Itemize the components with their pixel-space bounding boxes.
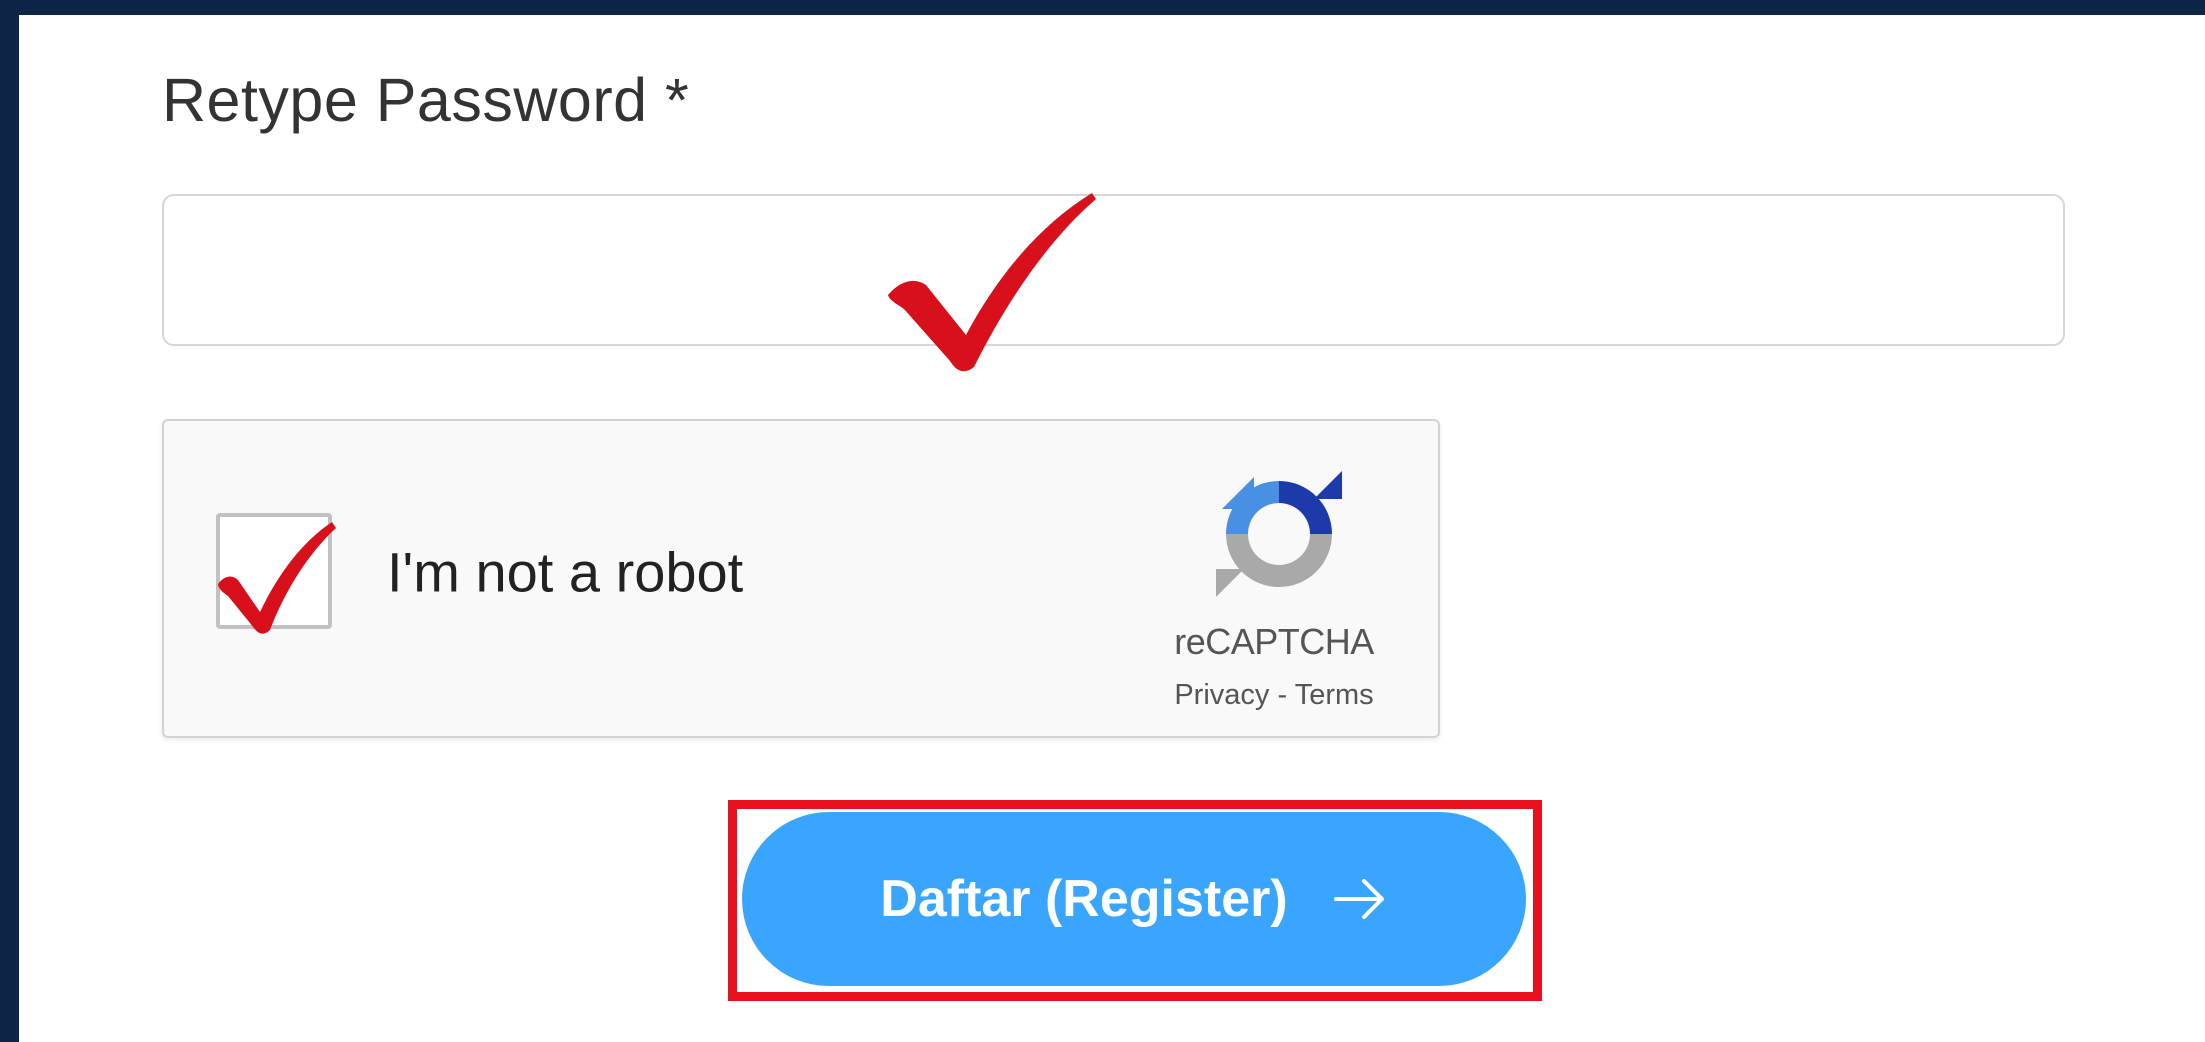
links-separator: - [1277, 679, 1288, 711]
register-button[interactable]: Daftar (Register) [742, 812, 1526, 986]
arrow-right-icon [1333, 879, 1384, 919]
register-button-label: Daftar (Register) [880, 870, 1288, 928]
recaptcha-brand: reCAPTCHA [1174, 621, 1374, 662]
terms-link[interactable]: Terms [1295, 679, 1374, 711]
recaptcha-links: Privacy - Terms [1114, 679, 1434, 712]
recaptcha-label: I'm not a robot [387, 540, 744, 604]
privacy-link[interactable]: Privacy [1174, 679, 1269, 711]
retype-password-label: Retype Password * [162, 66, 690, 134]
recaptcha-logo-icon [1216, 471, 1342, 597]
recaptcha-widget: I'm not a robot reCAPTCHA Privacy - Term… [162, 419, 1440, 738]
recaptcha-checkbox[interactable] [216, 513, 332, 629]
retype-password-input[interactable] [162, 194, 2065, 346]
